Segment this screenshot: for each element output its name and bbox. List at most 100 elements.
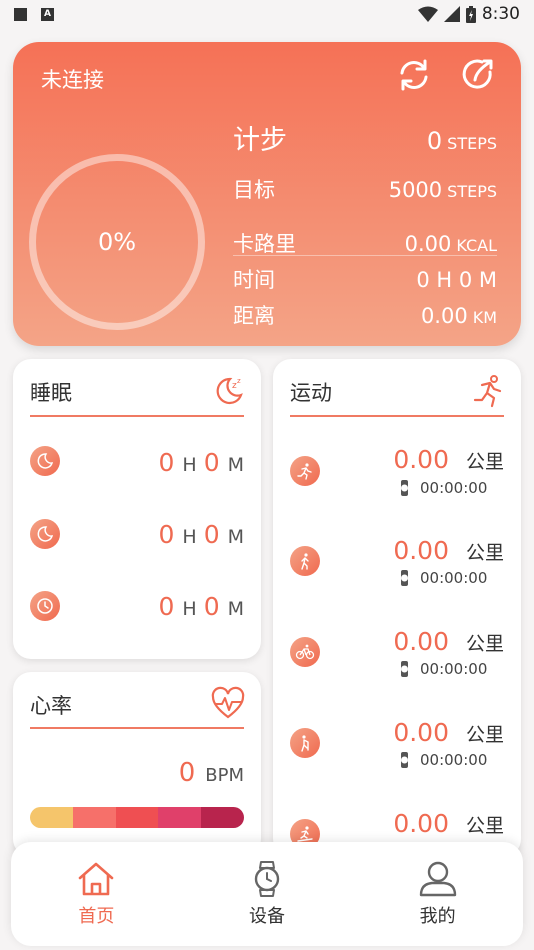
- goal-value: 5000: [388, 178, 443, 202]
- watch-icon: [401, 570, 408, 586]
- sleep-row-2-hours-unit: H: [182, 526, 197, 548]
- sport-row-3-unit: 公里: [465, 633, 504, 655]
- zone-segment: [115, 807, 159, 828]
- sleep-row-1-minutes-unit: M: [227, 454, 244, 476]
- sport-row-2-duration: 00:00:00: [399, 569, 487, 587]
- nav-me-label: 我的: [419, 906, 456, 927]
- sport-row-5-unit: 公里: [465, 815, 504, 837]
- sport-row-1-unit: 公里: [465, 451, 504, 473]
- heart-rate-unit: BPM: [205, 765, 244, 786]
- signal-icon: [443, 6, 460, 22]
- sleep-row-1-hours-unit: H: [182, 454, 197, 476]
- sport-row-3-duration: 00:00:00: [399, 660, 487, 678]
- step-progress-percent: 0%: [97, 228, 137, 256]
- sync-icon[interactable]: [395, 56, 433, 94]
- zone-segment: [72, 807, 116, 828]
- sport-row-5-value: 0.00: [393, 809, 449, 838]
- sport-row-1-distance: 0.00 公里: [393, 445, 504, 474]
- distance-value: 0.00: [420, 304, 468, 328]
- sleep-row-3-hours: 0: [158, 592, 175, 621]
- heart-rate-value-row: 0 BPM: [179, 758, 244, 788]
- user-icon: [419, 861, 456, 897]
- zone-segment: [201, 807, 244, 828]
- distance-label: 距离: [233, 304, 275, 328]
- watch-device-icon: [254, 861, 280, 897]
- sleep-row-1-minutes: 0: [203, 448, 220, 477]
- sport-row-3-time: 00:00:00: [420, 660, 488, 678]
- wifi-icon: [417, 6, 438, 22]
- time-label: 时间: [233, 268, 275, 292]
- status-bar: A 8:30: [0, 0, 534, 28]
- sport-row-4-distance: 0.00 公里: [393, 718, 504, 747]
- nav-device[interactable]: 设备: [207, 860, 327, 928]
- sleep-row-3-hours-unit: H: [182, 598, 197, 620]
- status-time: 8:30: [481, 4, 520, 24]
- sport-card[interactable]: 运动 0.00 公里 00:00:00 0.00 公里 00:00:00 0.00 公…: [273, 359, 521, 857]
- sport-row-4-time: 00:00:00: [420, 751, 488, 769]
- home-icon: [79, 862, 114, 896]
- sport-title: 运动: [290, 381, 332, 405]
- sport-row-2-time: 00:00:00: [420, 569, 488, 587]
- share-icon[interactable]: [460, 56, 498, 94]
- goal-unit: STEPS: [447, 182, 497, 201]
- steps-value: 0: [426, 127, 443, 155]
- calories-label: 卡路里: [233, 232, 296, 256]
- sleep-row-3-minutes-unit: M: [227, 598, 244, 620]
- notification-a-icon: A: [41, 7, 54, 21]
- steps-unit: STEPS: [447, 134, 497, 153]
- nav-device-label: 设备: [248, 906, 285, 927]
- sleep-card[interactable]: 睡眠 z z 0H0M 0H0M 0H0M: [13, 359, 261, 659]
- watch-icon: [401, 661, 408, 677]
- sport-row-2-distance: 0.00 公里: [393, 536, 504, 565]
- time-value: 0 H 0 M: [416, 268, 497, 292]
- sport-row-1-time: 00:00:00: [420, 479, 488, 497]
- sleep-moon-icon: z z: [216, 377, 243, 405]
- nav-me[interactable]: 我的: [378, 860, 498, 928]
- calories-value: 0.00: [404, 232, 452, 256]
- sleep-row-3-minutes: 0: [203, 592, 220, 621]
- watch-icon: [401, 752, 408, 768]
- goal-label: 目标: [233, 178, 275, 202]
- steps-label: 计步: [233, 125, 287, 156]
- battery-icon: [465, 5, 476, 23]
- sport-row-3-value: 0.00: [393, 627, 449, 656]
- goal-row: 目标 5000 STEPS: [233, 174, 497, 204]
- sport-row-4-value: 0.00: [393, 718, 449, 747]
- sport-row-5-distance: 0.00 公里: [393, 809, 504, 838]
- sport-row-2-unit: 公里: [465, 542, 504, 564]
- step-progress-ring: 0%: [29, 154, 205, 330]
- sleep-row-2-hours: 0: [158, 520, 175, 549]
- sleep-row-2: 0H0M: [158, 520, 244, 549]
- clock-icon: [30, 591, 60, 621]
- sport-row-3-distance: 0.00 公里: [393, 627, 504, 656]
- sleep-row-2-minutes-unit: M: [227, 526, 244, 548]
- nav-home[interactable]: 首页: [36, 860, 156, 928]
- climb-icon: [290, 728, 320, 758]
- sleep-row-2-minutes: 0: [203, 520, 220, 549]
- distance-unit: KM: [472, 308, 497, 327]
- svg-text:z: z: [237, 377, 241, 385]
- sport-row-2-value: 0.00: [393, 536, 449, 565]
- sleep-title-underline: [30, 415, 244, 417]
- bike-icon: [290, 637, 320, 667]
- moon-icon: [30, 519, 60, 549]
- steps-row: 计步 0 STEPS: [233, 118, 497, 157]
- heart-rate-card[interactable]: 心率 0 BPM: [13, 672, 261, 857]
- sleep-row-1-hours: 0: [158, 448, 175, 477]
- sport-row-1-value: 0.00: [393, 445, 449, 474]
- sport-row-4-unit: 公里: [465, 724, 504, 746]
- sleep-title: 睡眠: [30, 381, 72, 405]
- heart-rate-zone-bar: [30, 807, 244, 828]
- sport-title-underline: [290, 415, 504, 417]
- calories-row: 卡路里 0.00 KCAL: [233, 228, 497, 258]
- run-icon: [290, 456, 320, 486]
- bottom-navigation: 首页 设备 我的: [11, 842, 523, 946]
- sport-row-1-duration: 00:00:00: [399, 479, 487, 497]
- sport-row-4-duration: 00:00:00: [399, 751, 487, 769]
- time-row: 时间 0 H 0 M: [233, 264, 497, 294]
- watch-icon: [401, 480, 408, 496]
- calories-unit: KCAL: [456, 236, 497, 255]
- heart-rate-title: 心率: [30, 694, 72, 718]
- heart-rate-title-underline: [30, 727, 244, 729]
- heart-rate-value: 0: [178, 758, 196, 788]
